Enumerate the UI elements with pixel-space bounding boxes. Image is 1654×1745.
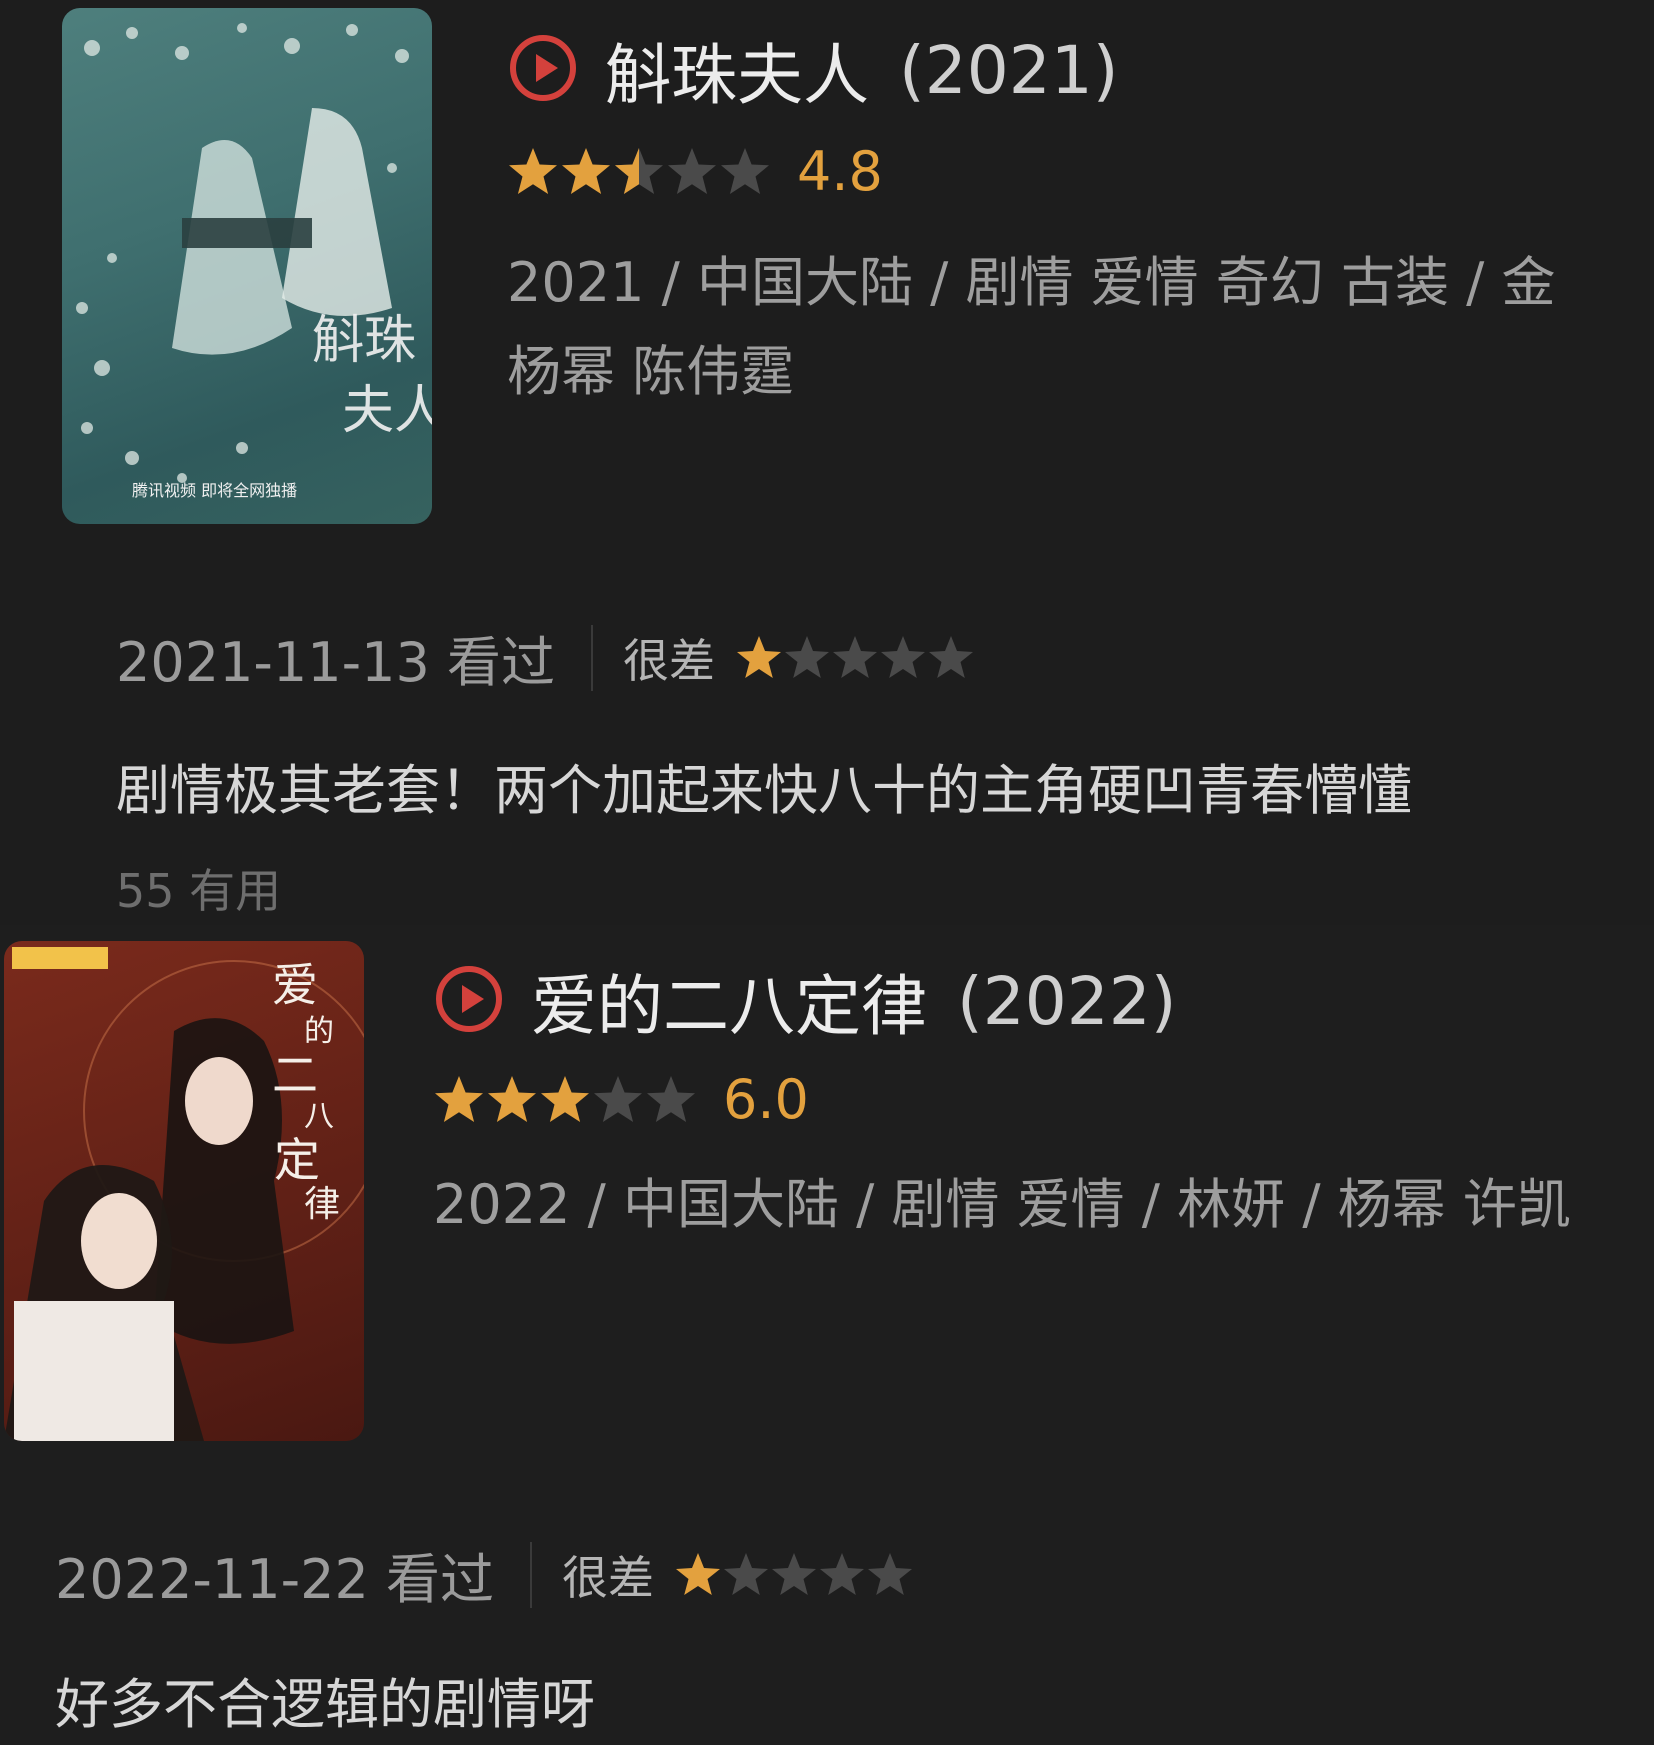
- review-text: 好多不合逻辑的剧情呀: [55, 1673, 595, 1736]
- review-header: 2022-11-22 看过 很差: [55, 1535, 914, 1614]
- review-date: 2022-11-22 看过: [55, 1548, 494, 1611]
- user-rating-stars: [676, 1552, 912, 1595]
- play-icon[interactable]: [433, 963, 505, 1039]
- review-verdict: 很差: [562, 1550, 654, 1605]
- douban-rating: 4.8: [507, 140, 883, 203]
- drama-title[interactable]: 爱的二八定律: [531, 953, 927, 1049]
- drama-entry: 斛珠 夫人 腾讯视频 即将全网独播 斛珠夫人 (2021) 4.8 2021 /…: [0, 0, 1654, 925]
- drama-title[interactable]: 斛珠夫人: [605, 22, 869, 118]
- drama-meta: 2022 / 中国大陆 / 剧情 爱情 / 林妍 / 杨幂 许凯: [433, 1173, 1571, 1236]
- poster-title-calligraphy-part2: 的: [304, 1014, 334, 1049]
- review-header: 2021-11-13 看过 很差: [116, 618, 975, 697]
- rating-score: 6.0: [723, 1068, 809, 1131]
- poster-title-calligraphy-part1: 爱: [272, 958, 318, 1012]
- review-text: 剧情极其老套！两个加起来快八十的主角硬凹青春懵懂: [116, 759, 1412, 822]
- drama-poster[interactable]: 爱 的 二 八 定 律: [4, 941, 364, 1441]
- drama-year: (2021): [899, 31, 1119, 109]
- rating-stars: [433, 1074, 697, 1126]
- review-verdict: 很差: [623, 633, 715, 688]
- play-icon[interactable]: [507, 32, 579, 108]
- poster-title-calligraphy-part3: 二: [272, 1048, 318, 1102]
- drama-cast: 杨幂 陈伟霆: [507, 340, 795, 403]
- divider: [530, 1541, 532, 1608]
- poster-artwork: 爱 的 二 八 定 律: [4, 947, 364, 1441]
- poster-title-calligraphy-part6: 律: [304, 1184, 340, 1225]
- review-date: 2021-11-13 看过: [116, 631, 555, 694]
- drama-title-row[interactable]: 斛珠夫人 (2021): [507, 22, 1118, 118]
- useful-count[interactable]: 55 有用: [116, 855, 281, 921]
- drama-year: (2022): [957, 962, 1177, 1040]
- drama-title-row[interactable]: 爱的二八定律 (2022): [433, 953, 1176, 1049]
- poster-artwork: 斛珠 夫人 腾讯视频 即将全网独播: [76, 23, 432, 500]
- poster-caption: 腾讯视频 即将全网独播: [132, 481, 297, 500]
- rating-score: 4.8: [797, 140, 883, 203]
- drama-meta: 2021 / 中国大陆 / 剧情 爱情 奇幻 古装 / 金: [507, 251, 1556, 314]
- divider: [591, 624, 593, 691]
- poster-title-calligraphy-part2: 夫人: [342, 381, 432, 441]
- poster-title-calligraphy-part1: 斛珠: [312, 311, 416, 371]
- star-icons: [509, 147, 769, 194]
- poster-title-calligraphy-part4: 八: [304, 1099, 334, 1134]
- rating-stars: [507, 146, 771, 198]
- poster-title-calligraphy-part5: 定: [274, 1133, 320, 1187]
- star-icons: [435, 1075, 695, 1122]
- user-rating-stars: [737, 635, 973, 678]
- drama-poster[interactable]: 斛珠 夫人 腾讯视频 即将全网独播: [62, 8, 432, 524]
- douban-rating: 6.0: [433, 1068, 809, 1131]
